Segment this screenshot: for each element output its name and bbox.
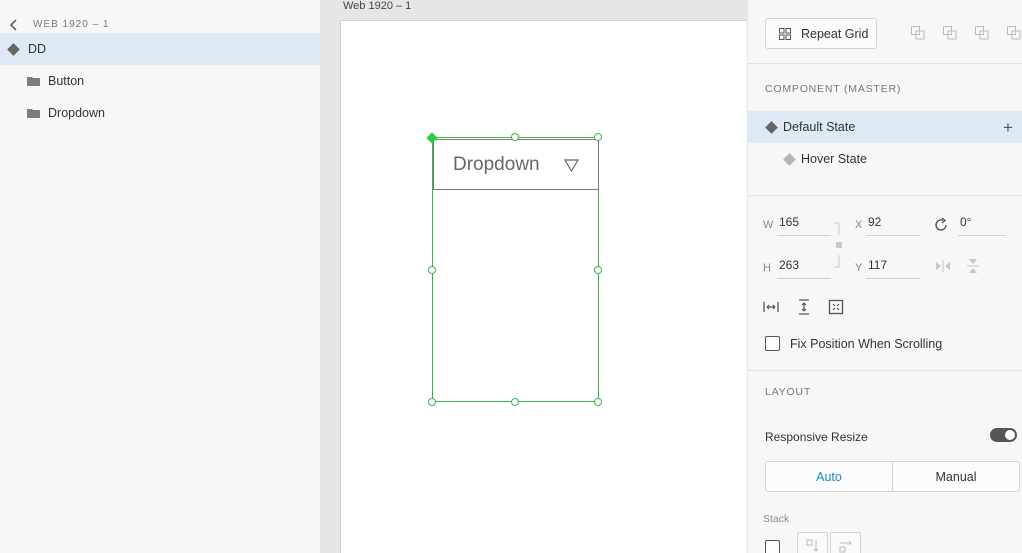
height-label: H	[763, 262, 771, 274]
component-section-title: COMPONENT (MASTER)	[765, 83, 902, 95]
rotate-icon	[935, 217, 947, 231]
layer-label: Dropdown	[48, 106, 105, 120]
state-default[interactable]: Default State +	[748, 111, 1022, 143]
layer-item-dd[interactable]: DD	[0, 33, 321, 65]
flip-vertical-icon[interactable]	[965, 258, 981, 274]
layers-panel: WEB 1920 – 1 DD Button Dropdown	[0, 0, 321, 553]
repeat-grid-label: Repeat Grid	[801, 27, 869, 41]
distribute-horizontal-icon[interactable]	[763, 299, 779, 315]
fix-position-label: Fix Position When Scrolling	[790, 337, 943, 351]
stack-horizontal-icon	[839, 540, 852, 553]
x-input[interactable]: 92	[866, 215, 920, 236]
resize-handle-right[interactable]	[594, 266, 602, 274]
folder-icon	[27, 109, 40, 118]
flip-horizontal-icon[interactable]	[935, 258, 951, 274]
divider	[748, 63, 1022, 64]
layer-item-dropdown[interactable]: Dropdown	[0, 97, 321, 129]
y-label: Y	[855, 262, 863, 274]
resize-handle-top[interactable]	[511, 133, 519, 141]
state-hover[interactable]: Hover State	[748, 143, 1022, 175]
dropdown-label: Dropdown	[453, 154, 540, 175]
boolean-intersect-icon[interactable]	[975, 26, 989, 40]
layer-label: Button	[48, 74, 85, 88]
layers-breadcrumb: WEB 1920 – 1	[33, 19, 110, 30]
responsive-resize-label: Responsive Resize	[765, 430, 868, 444]
fix-position-checkbox[interactable]	[765, 336, 780, 351]
stack-checkbox[interactable]	[765, 540, 780, 553]
add-state-icon[interactable]: +	[1003, 118, 1013, 138]
property-inspector: Repeat Grid COMPONENT (MASTER) Default S…	[747, 0, 1022, 553]
layer-item-button[interactable]: Button	[0, 65, 321, 97]
resize-handle-left[interactable]	[428, 266, 436, 274]
state-label: Hover State	[801, 152, 868, 166]
resize-mode-manual[interactable]: Manual	[892, 461, 1020, 492]
stack-vertical-icon	[806, 539, 819, 552]
boolean-exclude-icon[interactable]	[1007, 26, 1021, 40]
resize-handle-bottom[interactable]	[511, 398, 519, 406]
divider	[748, 370, 1022, 371]
resize-handle-bottom-left[interactable]	[428, 398, 436, 406]
toggle-knob	[1005, 430, 1015, 440]
stack-horizontal-button[interactable]	[830, 532, 861, 553]
triangle-down-icon	[564, 159, 579, 172]
responsive-resize-toggle[interactable]	[990, 428, 1017, 442]
repeat-grid-icon	[779, 28, 791, 40]
chevron-left-icon[interactable]	[9, 19, 19, 31]
stack-label: Stack	[763, 513, 790, 525]
resize-handle-top-right[interactable]	[594, 133, 602, 141]
design-canvas[interactable]: Web 1920 – 1 Dropdown	[321, 0, 760, 553]
boolean-add-icon[interactable]	[911, 26, 925, 40]
x-label: X	[855, 219, 863, 231]
resize-mode-auto[interactable]: Auto	[765, 461, 893, 492]
state-label: Default State	[783, 120, 856, 134]
layer-label: DD	[28, 42, 47, 56]
width-label: W	[763, 219, 774, 231]
height-input[interactable]: 263	[777, 258, 831, 279]
component-diamond-icon	[783, 153, 796, 166]
artboard-label[interactable]: Web 1920 – 1	[343, 0, 411, 12]
distribute-vertical-icon[interactable]	[796, 299, 812, 315]
y-input[interactable]: 117	[866, 258, 920, 279]
boolean-subtract-icon[interactable]	[943, 26, 957, 40]
component-diamond-icon	[765, 121, 778, 134]
layout-section-title: LAYOUT	[765, 386, 812, 398]
folder-icon	[27, 77, 40, 86]
lock-aspect-icon[interactable]	[832, 222, 846, 268]
fit-content-icon[interactable]	[828, 299, 844, 315]
dropdown-component[interactable]: Dropdown	[433, 139, 599, 190]
resize-handle-bottom-right[interactable]	[594, 398, 602, 406]
width-input[interactable]: 165	[777, 215, 831, 236]
stack-vertical-button[interactable]	[797, 532, 828, 553]
repeat-grid-button[interactable]: Repeat Grid	[765, 18, 877, 49]
component-diamond-icon	[7, 43, 20, 56]
rotation-input[interactable]: 0°	[958, 215, 1006, 236]
divider	[748, 195, 1022, 196]
